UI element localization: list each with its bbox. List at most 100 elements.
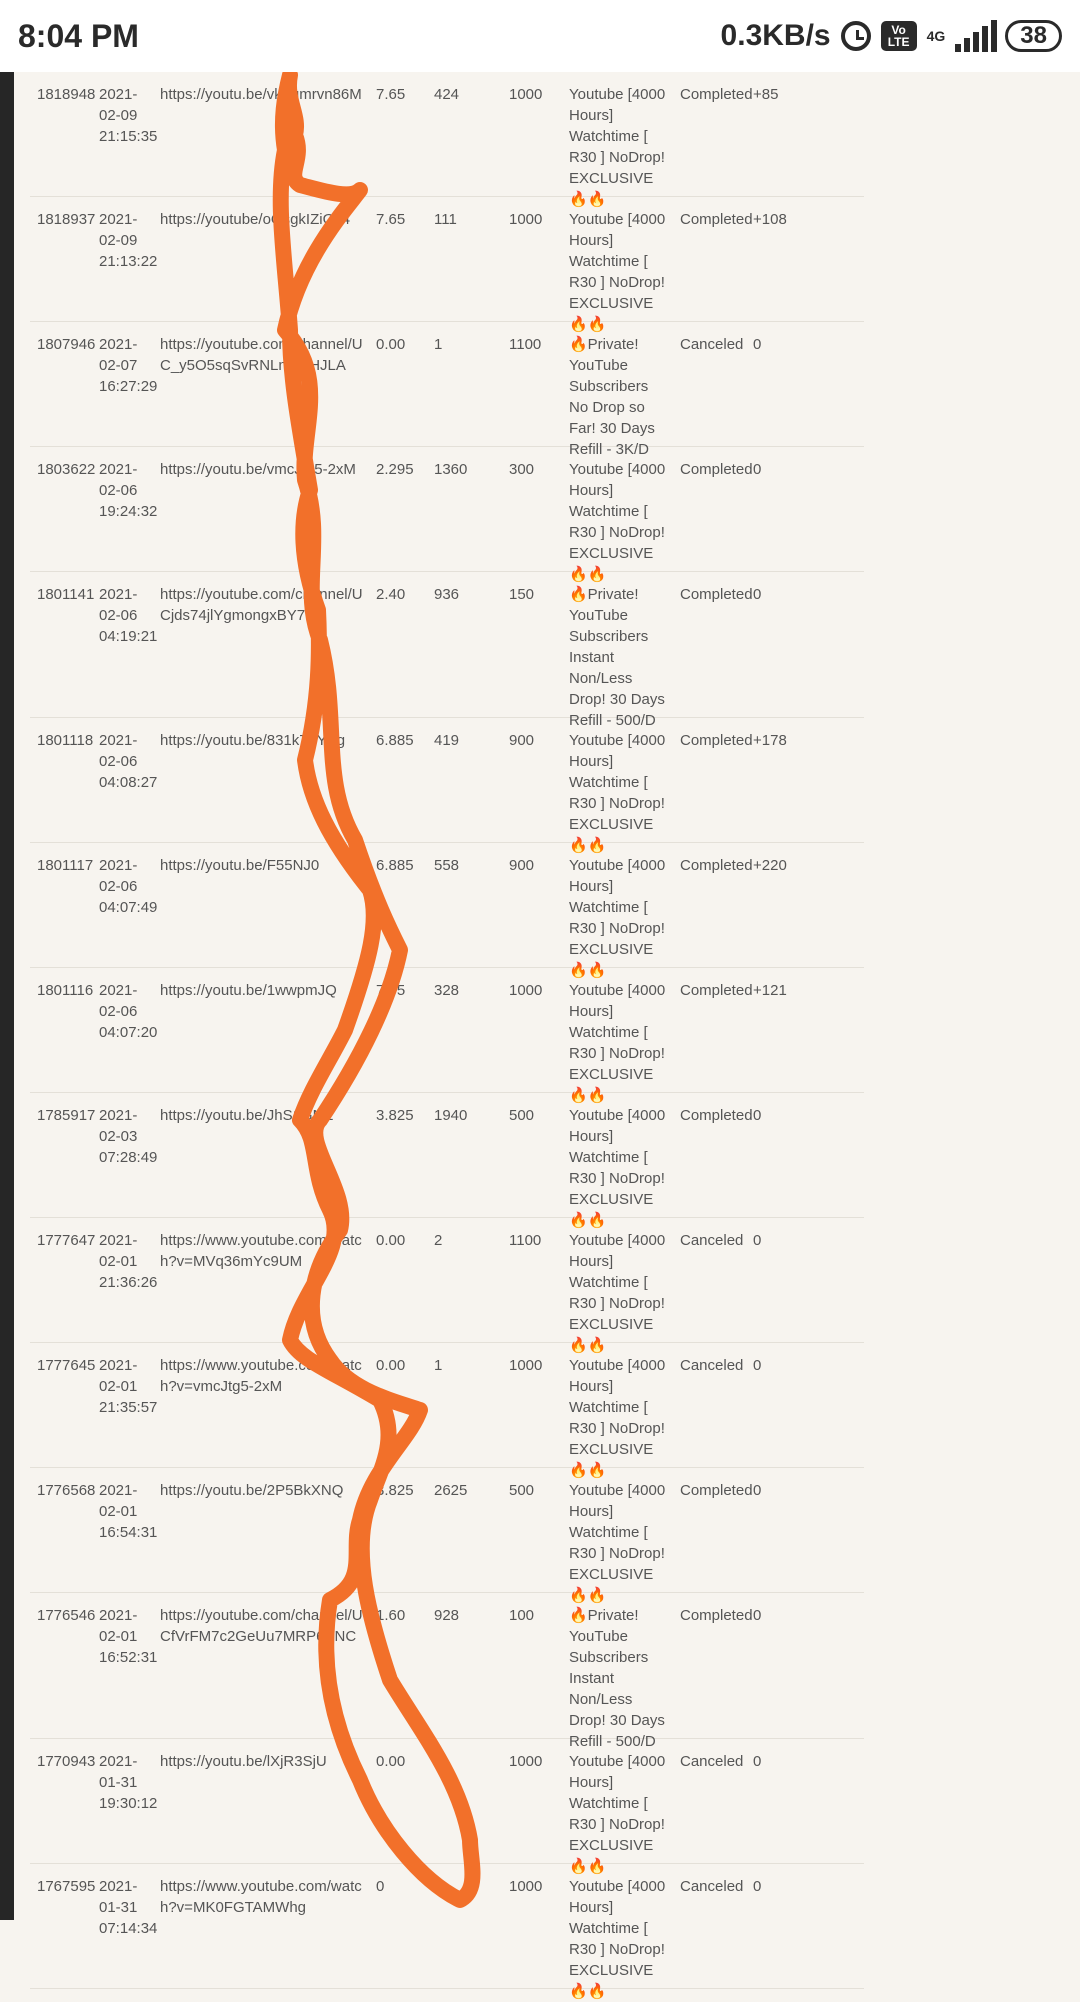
order-link[interactable]: https://www.youtube.com/watch?v=vmcJtg5-… (160, 1355, 365, 1397)
table-row: 1818937 2021-02-09 21:13:22 https://youtube… (30, 197, 864, 333)
order-start-count: 1940 (434, 1107, 468, 1124)
order-date-time: 21:35:57 (99, 1399, 158, 1416)
order-charge: 0 (376, 1878, 385, 1895)
order-start-count: 558 (434, 857, 460, 874)
order-start-count: 424 (434, 86, 460, 103)
order-charge: 0.00 (376, 1232, 406, 1249)
order-service: Youtube [4000 Hours] Watchtime [ R30 ] N… (569, 732, 666, 854)
table-row: 1785917 2021-02-03 07:28:49 https://youtu.b… (30, 1093, 864, 1229)
order-charge: 3.825 (376, 1107, 414, 1124)
order-start-count: 419 (434, 732, 460, 749)
order-start-count: 936 (434, 586, 460, 603)
order-id: 1801117 (37, 857, 94, 874)
order-link[interactable]: https://youtu.be/831k7TYEg (160, 730, 365, 751)
order-link[interactable]: https://youtu.be/1wwpmJQ (160, 980, 365, 1001)
order-service: Youtube [4000 Hours] Watchtime [ R30 ] N… (569, 857, 666, 979)
order-quantity: 150 (509, 586, 535, 603)
order-remains: +108 (753, 211, 787, 228)
order-quantity: 1000 (509, 211, 543, 228)
order-link[interactable]: https://youtu.be/JhS1GNE (160, 1105, 365, 1126)
alarm-icon (840, 21, 871, 51)
network-type: 4G (926, 28, 946, 44)
order-date-time: 19:30:12 (99, 1795, 158, 1812)
status-bar: 8:04 PM 0.3KB/s Vo LTE 4G 38 (0, 0, 1080, 72)
order-start-count: 2625 (434, 1482, 468, 1499)
order-link[interactable]: https://youtube.com/channel/UCfVrFM7c2Ge… (160, 1605, 365, 1647)
order-date-day: 2021-02-03 (99, 1107, 138, 1145)
order-remains: 0 (753, 586, 762, 603)
order-remains: 0 (753, 336, 762, 353)
order-remains: +121 (753, 982, 787, 999)
order-status: Canceled (680, 1753, 744, 1770)
order-id: 1801141 (37, 586, 95, 603)
table-row: 1807946 2021-02-07 16:27:29 https://youtube… (30, 322, 864, 458)
order-service: 🔥Private! YouTube Subscribers Instant No… (569, 1607, 665, 1750)
order-remains: 0 (753, 1878, 762, 1895)
order-remains: 0 (753, 1482, 762, 1499)
order-date-day: 2021-02-06 (99, 461, 138, 499)
order-link[interactable]: https://youtube/oOsgkIZiGJ4 (160, 209, 365, 230)
order-date-time: 21:13:22 (99, 253, 158, 270)
table-row: 1801116 2021-02-06 04:07:20 https://youtu.b… (30, 968, 864, 1104)
order-status: Completed (680, 586, 753, 603)
order-date: 2021-01-31 07:14:34 (99, 1876, 157, 1939)
order-charge: 0.00 (376, 1357, 406, 1374)
order-date-day: 2021-02-01 (99, 1357, 138, 1395)
order-link[interactable]: https://www.youtube.com/watch?v=MVq36mYc… (160, 1230, 365, 1272)
order-date-time: 04:07:49 (99, 899, 158, 916)
order-remains: 0 (753, 1607, 762, 1624)
order-id: 1803622 (37, 461, 96, 478)
volte-icon: Vo LTE (880, 21, 917, 51)
order-charge: 6.885 (376, 857, 414, 874)
order-date-day: 2021-02-06 (99, 586, 138, 624)
order-date-time: 16:27:29 (99, 378, 158, 395)
order-date: 2021-02-06 04:07:20 (99, 980, 158, 1043)
order-quantity: 100 (509, 1607, 535, 1624)
order-status: Completed (680, 1607, 753, 1624)
order-link[interactable]: https://www.youtube.com/watch?v=MK0FGTAM… (160, 1876, 365, 1918)
order-start-count: 1 (434, 1357, 443, 1374)
order-link[interactable]: https://youtu.be/F55NJ0 (160, 855, 365, 876)
order-date-time: 19:24:32 (99, 503, 158, 520)
order-link[interactable]: https://youtu.be/vmcJtg5-2xM (160, 459, 365, 480)
order-id: 1776546 (37, 1607, 96, 1624)
order-remains: 0 (753, 1357, 762, 1374)
order-link[interactable]: https://youtu.be/2P5BkXNQ (160, 1480, 365, 1501)
order-charge: 2.40 (376, 586, 406, 603)
order-start-count: 2 (434, 1232, 443, 1249)
order-charge: 7.65 (376, 86, 406, 103)
order-date: 2021-02-01 16:52:31 (99, 1605, 157, 1668)
order-date-time: 21:15:35 (99, 128, 158, 145)
order-date-day: 2021-02-06 (99, 982, 138, 1020)
order-status: Completed (680, 1482, 753, 1499)
order-link[interactable]: https://youtube.com/channel/UC_y5O5sqSvR… (160, 334, 365, 376)
order-remains: +220 (753, 857, 787, 874)
order-service: Youtube [4000 Hours] Watchtime [ R30 ] N… (569, 86, 666, 208)
table-row: 1777647 2021-02-01 21:36:26 https://www.you… (30, 1218, 864, 1354)
order-link[interactable]: https://youtu.be/lXjR3SjU (160, 1751, 365, 1772)
table-row: 1801141 2021-02-06 04:19:21 https://youtube… (30, 572, 864, 729)
order-date-day: 2021-01-31 (99, 1878, 138, 1916)
order-quantity: 900 (509, 857, 535, 874)
order-date: 2021-02-06 04:07:49 (99, 855, 158, 918)
order-date-time: 04:19:21 (99, 628, 158, 645)
order-remains: 0 (753, 1107, 762, 1124)
table-row: 1767595 2021-01-31 07:14:34 https://www.you… (30, 1864, 864, 2000)
order-date-time: 21:36:26 (99, 1274, 158, 1291)
order-remains: +178 (753, 732, 787, 749)
order-service: Youtube [4000 Hours] Watchtime [ R30 ] N… (569, 1107, 666, 1229)
signal-icon (955, 20, 998, 52)
order-date-time: 04:07:20 (99, 1024, 158, 1041)
orders-table: 1818948 2021-02-09 21:15:35 https://youtu.b… (30, 72, 864, 2000)
order-link[interactable]: https://youtu.be/vkTgmrvn86M (160, 84, 365, 105)
order-start-count: 1360 (434, 461, 468, 478)
order-start-count: 2 (434, 1753, 443, 1770)
order-service: Youtube [4000 Hours] Watchtime [ R30 ] N… (569, 1878, 666, 2000)
order-service: Youtube [4000 Hours] Watchtime [ R30 ] N… (569, 461, 666, 583)
order-date: 2021-02-01 21:36:26 (99, 1230, 158, 1293)
order-quantity: 300 (509, 461, 535, 478)
order-id: 1818948 (37, 86, 96, 103)
order-date: 2021-02-06 19:24:32 (99, 459, 158, 522)
table-row: 1803622 2021-02-06 19:24:32 https://youtu.b… (30, 447, 864, 583)
order-link[interactable]: https://youtube.com/channel/UCjds74jlYgm… (160, 584, 365, 626)
